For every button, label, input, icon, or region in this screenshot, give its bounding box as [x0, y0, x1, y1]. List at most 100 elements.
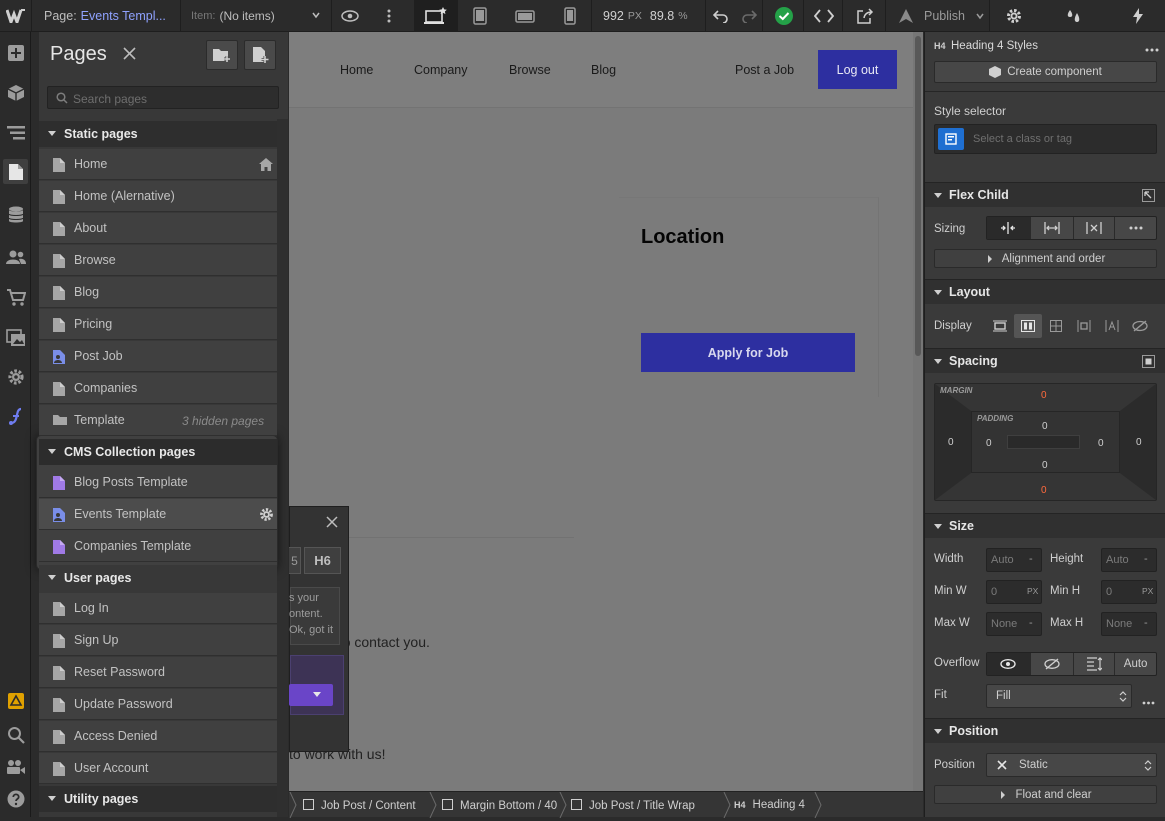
nav-link-blog[interactable]: Blog [591, 63, 616, 77]
position-select[interactable]: Static [986, 753, 1157, 777]
overflow-auto-button[interactable]: Auto [1114, 653, 1156, 675]
more-horizontal-icon[interactable] [1142, 694, 1155, 708]
video-tutorials-icon[interactable] [5, 756, 26, 777]
float-clear-button[interactable]: Float and clear [934, 785, 1157, 804]
navigator-icon[interactable] [5, 122, 26, 143]
redo-icon[interactable] [735, 0, 763, 32]
user-page-item[interactable]: Update Password [39, 689, 277, 720]
grow-icon[interactable] [1029, 217, 1073, 239]
popup-ok-link[interactable]: Ok, got it [289, 624, 333, 636]
position-section[interactable]: Position [925, 718, 1165, 743]
mobile-landscape-icon[interactable] [502, 0, 548, 32]
padding-left-value[interactable]: 0 [986, 438, 992, 449]
display-flex-icon[interactable] [1014, 314, 1042, 338]
shrink-icon[interactable] [987, 217, 1030, 239]
more-horizontal-icon[interactable] [1114, 217, 1156, 239]
static-page-item[interactable]: About [39, 213, 277, 244]
size-section[interactable]: Size [925, 513, 1165, 538]
page-selector[interactable]: Page: Events Templ... [31, 0, 181, 32]
display-inline-block-icon[interactable] [1070, 314, 1098, 338]
static-page-item[interactable]: Post Job [39, 341, 277, 372]
new-folder-icon[interactable] [206, 40, 238, 70]
padding-right-value[interactable]: 0 [1098, 438, 1104, 449]
display-block-icon[interactable] [986, 314, 1014, 338]
min-height-input[interactable]: 0 PX [1101, 580, 1157, 604]
style-manager-drops-icon[interactable] [1037, 0, 1111, 32]
symbols-cube-icon[interactable] [5, 82, 26, 103]
style-selector-input[interactable]: Select a class or tag [934, 124, 1157, 154]
nav-link-browse[interactable]: Browse [509, 63, 551, 77]
logout-button[interactable]: Log out [818, 50, 897, 89]
width-input[interactable]: Auto - [986, 548, 1042, 572]
expand-corner-icon[interactable] [1142, 189, 1155, 202]
nav-link-home[interactable]: Home [340, 63, 373, 77]
close-icon[interactable] [326, 516, 338, 531]
breadcrumb-item[interactable]: Margin Bottom / 40 [442, 799, 557, 813]
audit-warning-icon[interactable] [5, 690, 26, 711]
popup-select[interactable] [289, 684, 333, 706]
max-height-input[interactable]: None - [1101, 612, 1157, 636]
min-width-unit[interactable]: PX [1027, 586, 1038, 596]
canvas-scrollbar-track[interactable] [913, 32, 923, 791]
overflow-scroll-icon[interactable] [1072, 653, 1115, 675]
display-none-icon[interactable] [1126, 314, 1154, 338]
cms-page-item[interactable]: Blog Posts Template [39, 467, 277, 498]
height-input[interactable]: Auto - [1101, 548, 1157, 572]
min-height-unit[interactable]: PX [1142, 586, 1153, 596]
nav-link-company[interactable]: Company [414, 63, 468, 77]
logic-flow-icon[interactable] [5, 405, 26, 426]
more-horizontal-icon[interactable] [1145, 41, 1159, 55]
ecommerce-cart-icon[interactable] [5, 286, 26, 307]
share-icon[interactable] [844, 0, 886, 32]
design-canvas[interactable]: Home Company Browse Blog Post a Job Log … [289, 32, 923, 791]
display-grid-icon[interactable] [1042, 314, 1070, 338]
canvas-scrollbar-thumb[interactable] [915, 36, 921, 356]
heading-tab-h5[interactable]: 5 [289, 547, 301, 574]
users-icon[interactable] [5, 246, 26, 267]
close-icon[interactable] [123, 47, 136, 63]
overflow-visible-icon[interactable] [987, 653, 1030, 675]
webflow-logo-icon[interactable] [0, 0, 31, 32]
assets-images-icon[interactable] [5, 327, 26, 348]
settings-gear-icon[interactable] [991, 0, 1037, 32]
alignment-order-button[interactable]: Alignment and order [934, 249, 1157, 268]
desktop-breakpoint-icon[interactable] [414, 0, 458, 32]
undo-icon[interactable] [707, 0, 735, 32]
margin-top-value[interactable]: 0 [1041, 390, 1047, 401]
overflow-hidden-icon[interactable] [1029, 653, 1073, 675]
user-page-item[interactable]: Log In [39, 593, 277, 624]
help-icon[interactable] [5, 788, 26, 809]
heading-tab-h6[interactable]: H6 [304, 547, 341, 574]
layout-section[interactable]: Layout [925, 279, 1165, 304]
padding-bottom-value[interactable]: 0 [1042, 460, 1048, 471]
max-width-input[interactable]: None - [986, 612, 1042, 636]
interactions-bolt-icon[interactable] [1111, 0, 1165, 32]
breadcrumb-item[interactable]: Job Post / Title Wrap [571, 799, 695, 813]
panel-scrollbar-track[interactable] [277, 119, 288, 817]
add-elements-icon[interactable] [5, 42, 26, 63]
code-export-icon[interactable] [805, 0, 843, 32]
more-vertical-icon[interactable] [369, 0, 409, 32]
no-shrink-icon[interactable] [1072, 217, 1115, 239]
search-icon[interactable] [5, 724, 26, 745]
mobile-portrait-icon[interactable] [548, 0, 592, 32]
flex-child-section[interactable]: Flex Child [925, 182, 1165, 207]
user-pages-header[interactable]: User pages [39, 565, 277, 591]
min-width-input[interactable]: 0 PX [986, 580, 1042, 604]
static-pages-header[interactable]: Static pages [39, 121, 277, 147]
user-page-item[interactable]: User Account [39, 753, 277, 784]
static-page-item[interactable]: Blog [39, 277, 277, 308]
cms-database-icon[interactable] [5, 204, 26, 225]
search-pages-input[interactable]: Search pages [47, 86, 279, 109]
static-page-item[interactable]: Template 3 hidden pages [39, 405, 277, 436]
page-settings-gear-icon[interactable] [259, 507, 274, 525]
breadcrumb-item[interactable]: Job Post / Content [303, 799, 416, 813]
new-page-icon[interactable] [244, 40, 276, 70]
static-page-item[interactable]: Home (Alernative) [39, 181, 277, 212]
breadcrumb-item[interactable]: H4 Heading 4 [734, 799, 805, 811]
static-page-item[interactable]: Companies [39, 373, 277, 404]
nav-link-post-job[interactable]: Post a Job [735, 63, 794, 77]
spacing-section[interactable]: Spacing [925, 348, 1165, 373]
cms-page-item[interactable]: Companies Template [39, 531, 277, 562]
location-heading[interactable]: Location [641, 226, 724, 249]
